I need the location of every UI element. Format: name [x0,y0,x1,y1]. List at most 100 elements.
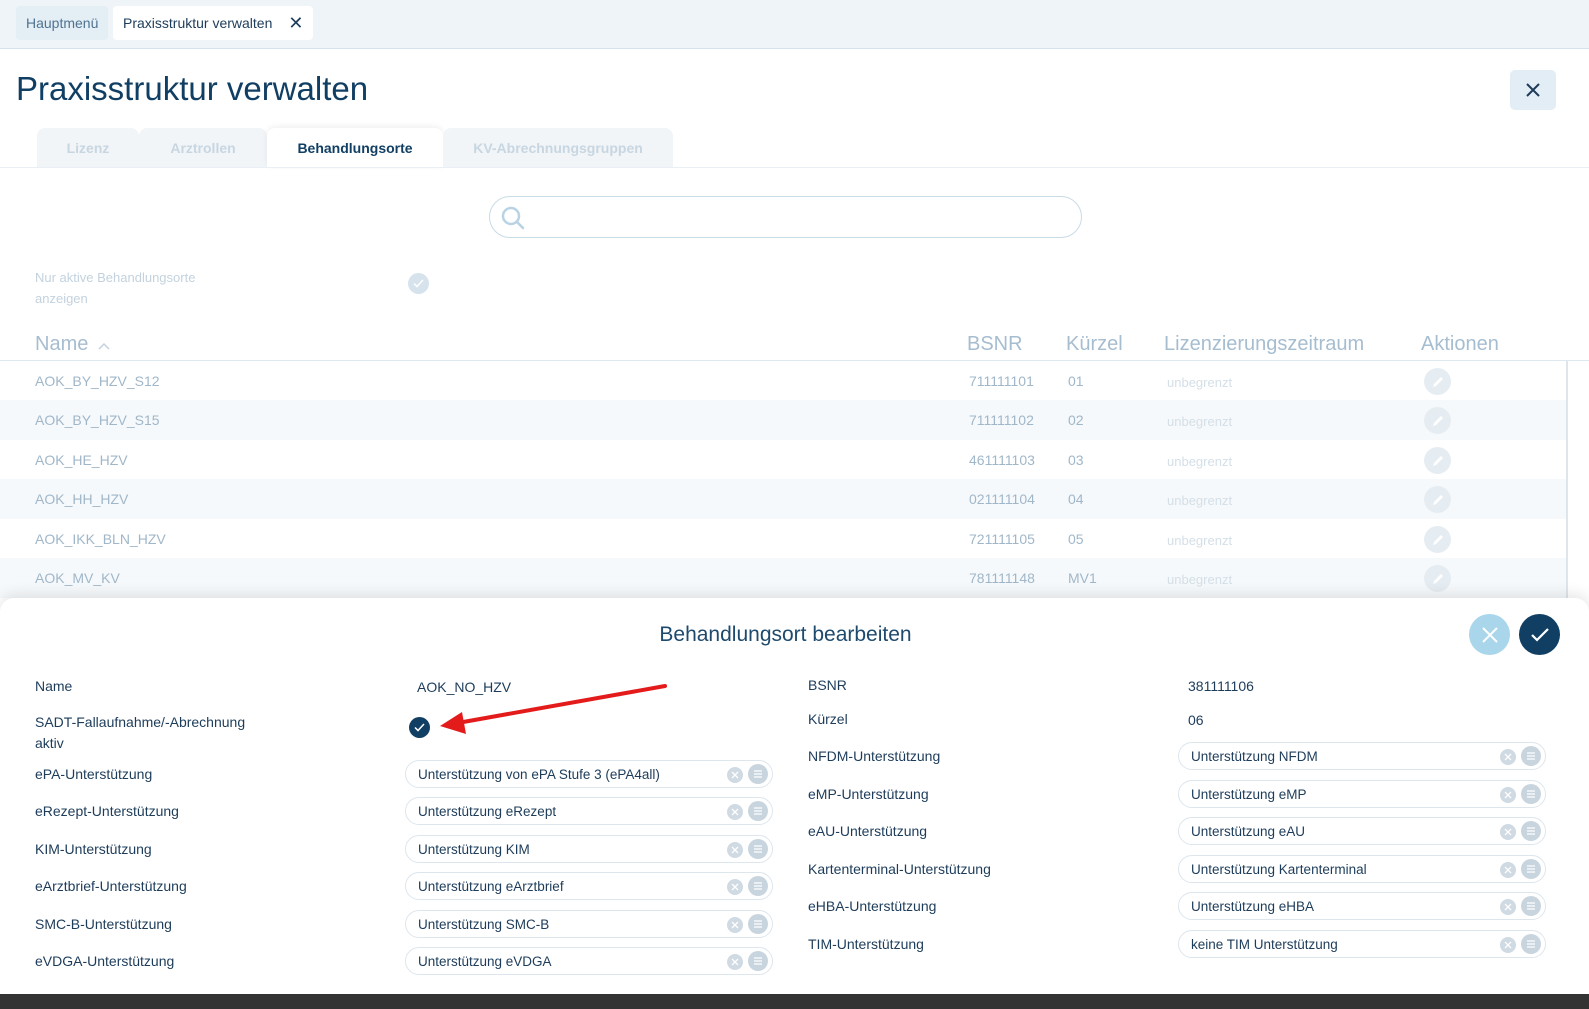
checkmark-icon [413,279,424,288]
menu-icon[interactable] [1521,821,1541,841]
tab-arztrollen[interactable]: Arztrollen [139,128,267,168]
filter-active-checkbox[interactable] [408,273,429,294]
menu-icon[interactable] [1521,784,1541,804]
table-row[interactable]: AOK_HE_HZV 461111103 03 unbegrenzt [0,440,1567,480]
pencil-icon [1432,415,1443,426]
edit-button[interactable] [1424,407,1451,434]
pencil-icon [1432,494,1443,505]
clear-icon[interactable] [1500,824,1516,840]
menu-icon[interactable] [748,914,768,934]
tab-behandlungsorte[interactable]: Behandlungsorte [267,128,443,168]
smcb-label: SMC-B-Unterstützung [35,916,172,932]
epa-select[interactable]: Unterstützung von ePA Stufe 3 (ePA4all) [405,760,773,788]
edit-button[interactable] [1424,368,1451,395]
tab-divider [0,167,1589,168]
column-header-bsnr[interactable]: BSNR [967,333,1023,356]
clear-icon[interactable] [727,879,743,895]
row-name: AOK_HH_HZV [35,491,129,507]
clear-icon[interactable] [727,954,743,970]
smcb-select[interactable]: Unterstützung SMC-B [405,910,773,938]
clear-icon[interactable] [1500,937,1516,953]
clear-icon[interactable] [1500,862,1516,878]
menu-icon[interactable] [1521,746,1541,766]
table-row[interactable]: AOK_BY_HZV_S15 711111102 02 unbegrenzt [0,400,1567,440]
row-bsnr: 461111103 [969,452,1035,468]
kim-select[interactable]: Unterstützung KIM [405,835,773,863]
column-header-kuerzel[interactable]: Kürzel [1066,333,1123,356]
erezept-select[interactable]: Unterstützung eRezept [405,797,773,825]
nfdm-select[interactable]: Unterstützung NFDM [1178,742,1546,770]
sort-ascending-icon [98,342,110,350]
row-bsnr: 781111148 [969,570,1035,586]
tab-hauptmenue[interactable]: Hauptmenü [16,6,109,40]
menu-icon[interactable] [1521,934,1541,954]
sadt-label: SADT-Fallaufnahme/-Abrechnung aktiv [35,714,246,751]
table-row[interactable]: AOK_BY_HZV_S12 711111101 01 unbegrenzt [0,361,1567,401]
earztbrief-select[interactable]: Unterstützung eArztbrief [405,872,773,900]
bsnr-value: 381111106 [1188,678,1254,694]
table-scrollbar[interactable] [1566,361,1568,601]
menu-icon[interactable] [748,839,768,859]
row-lizenz: unbegrenzt [1167,375,1233,390]
kuerzel-value: 06 [1188,712,1204,728]
column-header-name-label: Name [35,333,89,355]
table-row[interactable]: AOK_MV_KV 781111148 MV1 unbegrenzt [0,558,1567,598]
row-kuerzel: 01 [1068,373,1084,389]
row-bsnr: 721111105 [969,531,1035,547]
clear-icon[interactable] [727,917,743,933]
menu-icon[interactable] [748,876,768,896]
clear-icon[interactable] [727,804,743,820]
edit-button[interactable] [1424,565,1451,592]
pencil-icon [1432,455,1443,466]
clear-icon[interactable] [727,767,743,783]
eau-select[interactable]: Unterstützung eAU [1178,817,1546,845]
edit-button[interactable] [1424,526,1451,553]
menu-icon[interactable] [1521,859,1541,879]
clear-icon[interactable] [1500,787,1516,803]
kuerzel-label: Kürzel [808,711,848,727]
edit-button[interactable] [1424,486,1451,513]
column-header-lizenz[interactable]: Lizenzierungszeitraum [1164,333,1364,356]
menu-icon[interactable] [748,801,768,821]
earztbrief-select-value: Unterstützung eArztbrief [418,878,564,894]
close-icon [1481,626,1498,643]
emp-select[interactable]: Unterstützung eMP [1178,780,1546,808]
row-kuerzel: 05 [1068,531,1084,547]
edit-button[interactable] [1424,447,1451,474]
erezept-label: eRezept-Unterstützung [35,803,179,819]
menu-icon[interactable] [748,951,768,971]
row-lizenz: unbegrenzt [1167,414,1233,429]
column-header-aktionen: Aktionen [1421,333,1499,355]
tab-hauptmenue-label: Hauptmenü [26,15,99,31]
epa-select-value: Unterstützung von ePA Stufe 3 (ePA4all) [418,766,660,782]
kartenterminal-label: Kartenterminal-Unterstützung [808,861,991,877]
clear-icon[interactable] [727,842,743,858]
tim-select-value: keine TIM Unterstützung [1191,936,1338,952]
tab-praxisstruktur[interactable]: Praxisstruktur verwalten ✕ [113,6,314,40]
tab-lizenz[interactable]: Lizenz [37,128,139,168]
kartenterminal-select-value: Unterstützung Kartenterminal [1191,861,1367,877]
tab-kv-abrechnungsgruppen[interactable]: KV-Abrechnungsgruppen [443,128,673,168]
save-button[interactable] [1519,614,1560,655]
table-row[interactable]: AOK_IKK_BLN_HZV 721111105 05 unbegrenzt [0,519,1567,559]
search-input[interactable] [489,196,1082,238]
row-kuerzel: MV1 [1068,570,1097,586]
row-kuerzel: 03 [1068,452,1084,468]
erezept-select-value: Unterstützung eRezept [418,803,557,819]
clear-icon[interactable] [1500,899,1516,915]
sadt-checkbox[interactable] [409,717,430,738]
tim-select[interactable]: keine TIM Unterstützung [1178,930,1546,958]
close-page-button[interactable] [1510,70,1556,110]
ehba-select[interactable]: Unterstützung eHBA [1178,892,1546,920]
evdga-select[interactable]: Unterstützung eVDGA [405,947,773,975]
close-tab-icon[interactable]: ✕ [288,13,303,34]
menu-icon[interactable] [1521,896,1541,916]
clear-icon[interactable] [1500,749,1516,765]
row-bsnr: 711111101 [969,373,1034,389]
table-row[interactable]: AOK_HH_HZV 021111104 04 unbegrenzt [0,479,1567,519]
cancel-button[interactable] [1469,614,1510,655]
menu-icon[interactable] [748,764,768,784]
evdga-label: eVDGA-Unterstützung [35,953,175,969]
kartenterminal-select[interactable]: Unterstützung Kartenterminal [1178,855,1546,883]
column-header-name[interactable]: Name [35,333,110,356]
